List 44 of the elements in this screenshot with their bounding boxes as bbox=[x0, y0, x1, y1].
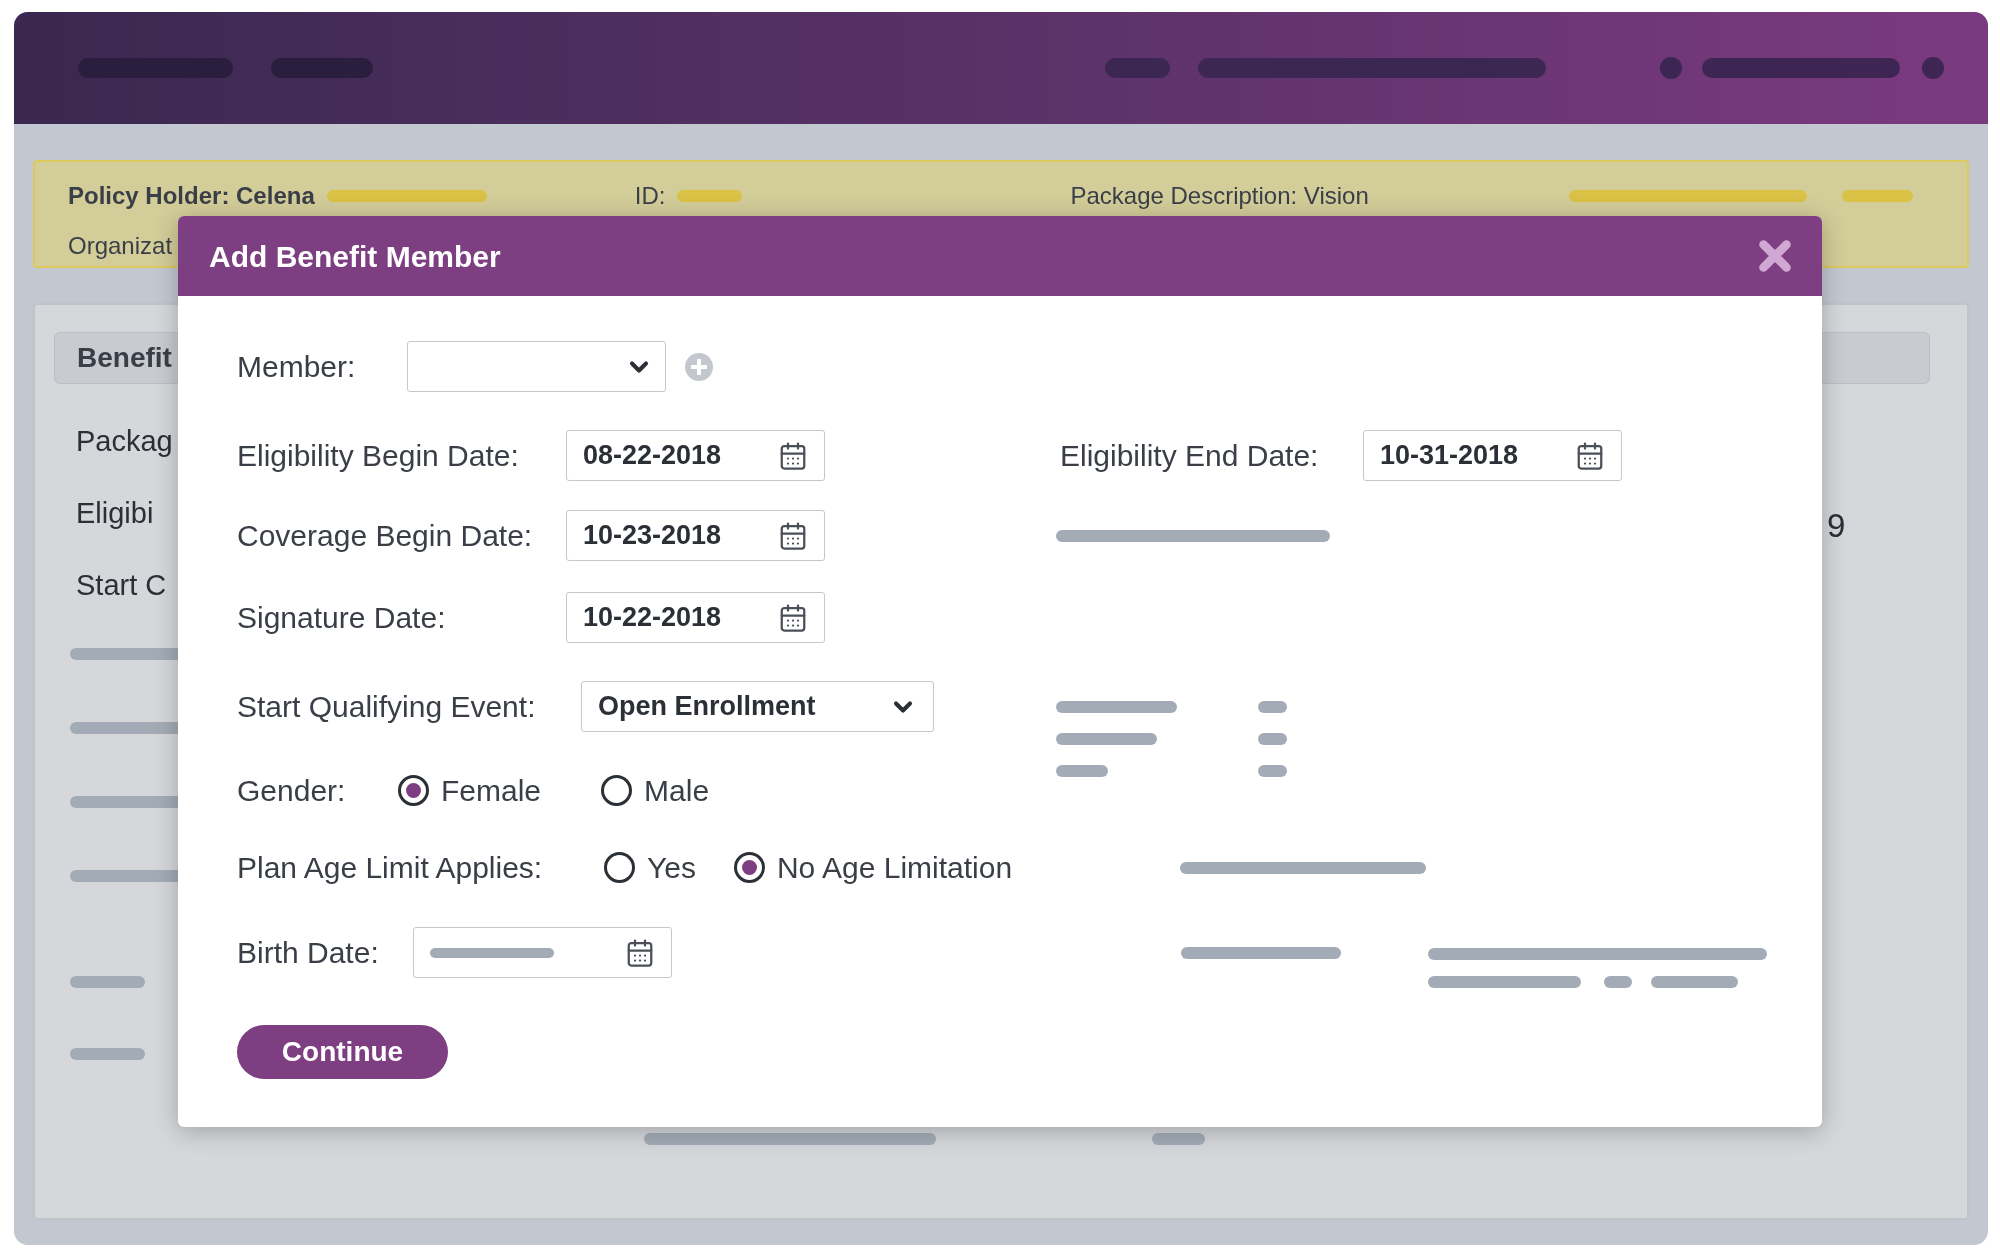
field-label: Eligibility Begin Date: bbox=[237, 438, 520, 474]
calendar-icon[interactable] bbox=[1575, 440, 1605, 471]
radio-label: Yes bbox=[647, 850, 696, 886]
radio-button[interactable] bbox=[398, 775, 429, 806]
dialog-title: Add Benefit Member bbox=[209, 238, 501, 275]
date-field[interactable]: 08-22-2018 bbox=[566, 430, 825, 481]
detail-value: 9 bbox=[1827, 506, 1846, 546]
date-field[interactable] bbox=[413, 927, 672, 978]
organization-text: Organizat bbox=[68, 231, 173, 261]
section-title: Benefit bbox=[77, 341, 172, 375]
select-value: Open Enrollment bbox=[598, 690, 816, 724]
field-label: Plan Age Limit Applies: bbox=[237, 850, 544, 886]
field-label: Birth Date: bbox=[237, 935, 380, 971]
date-field[interactable]: 10-23-2018 bbox=[566, 510, 825, 561]
radio-label: No Age Limitation bbox=[776, 850, 1013, 886]
calendar-icon[interactable] bbox=[778, 440, 808, 471]
detail-label: Packag bbox=[76, 424, 173, 459]
field-label: Signature Date: bbox=[237, 600, 447, 636]
date-value: 10-22-2018 bbox=[583, 601, 722, 635]
date-value: 10-23-2018 bbox=[583, 519, 722, 553]
detail-label: Eligibi bbox=[76, 496, 154, 531]
date-field[interactable]: 10-22-2018 bbox=[566, 592, 825, 643]
field-label: Coverage Begin Date: bbox=[237, 518, 534, 554]
field-label: Gender: bbox=[237, 773, 347, 809]
detail-label: Start C bbox=[76, 568, 167, 603]
date-value: 08-22-2018 bbox=[583, 439, 722, 473]
event-select[interactable]: Open Enrollment bbox=[581, 681, 934, 732]
calendar-icon[interactable] bbox=[778, 520, 808, 551]
radio-button[interactable] bbox=[733, 852, 765, 883]
date-value: 10-31-2018 bbox=[1380, 439, 1519, 473]
radio-label: Male bbox=[644, 773, 710, 809]
radio-label: Female bbox=[441, 773, 542, 809]
radio-button[interactable] bbox=[604, 852, 635, 883]
calendar-icon[interactable] bbox=[778, 602, 808, 633]
continue-button[interactable]: Continue bbox=[237, 1025, 448, 1079]
calendar-icon[interactable] bbox=[625, 937, 655, 968]
field-label: Start Qualifying Event: bbox=[237, 689, 537, 725]
id-label: ID: bbox=[634, 181, 666, 211]
date-field[interactable]: 10-31-2018 bbox=[1363, 430, 1622, 481]
field-label: Eligibility End Date: bbox=[1060, 438, 1320, 474]
radio-button[interactable] bbox=[601, 775, 633, 806]
field-label: Member: bbox=[237, 349, 357, 385]
policy-holder-text: Policy Holder: Celena bbox=[68, 181, 315, 211]
package-description-text: Package Description: Vision bbox=[1070, 181, 1369, 211]
